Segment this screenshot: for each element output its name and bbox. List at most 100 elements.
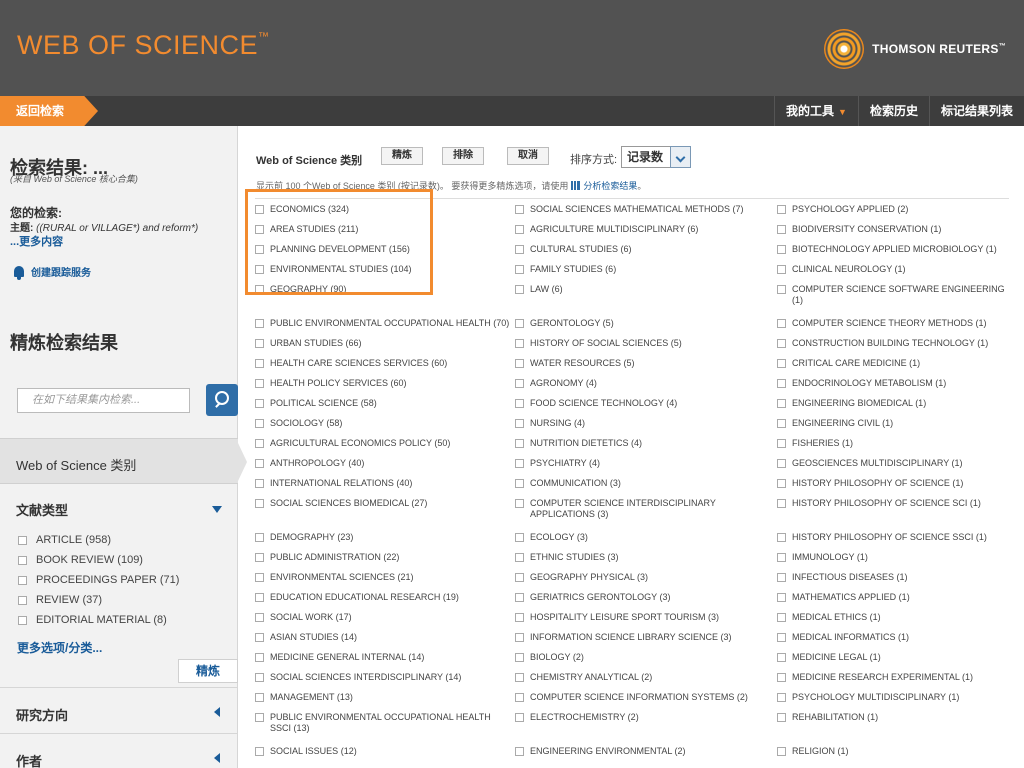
checkbox[interactable] <box>777 245 786 254</box>
category-item[interactable]: FISHERIES (1) <box>777 438 853 449</box>
checkbox[interactable] <box>255 479 264 488</box>
checkbox[interactable] <box>777 593 786 602</box>
search-icon[interactable] <box>206 384 238 416</box>
checkbox[interactable] <box>515 205 524 214</box>
category-item[interactable]: CLINICAL NEUROLOGY (1) <box>777 264 906 275</box>
checkbox[interactable] <box>255 613 264 622</box>
category-item[interactable]: CRITICAL CARE MEDICINE (1) <box>777 358 920 369</box>
checkbox[interactable] <box>777 205 786 214</box>
analyze-results-link[interactable]: 分析检索结果 <box>583 181 637 191</box>
checkbox[interactable] <box>515 533 524 542</box>
refine-button[interactable]: 精炼 <box>178 659 238 683</box>
category-item[interactable]: ECOLOGY (3) <box>515 532 588 543</box>
facet-research-areas[interactable]: 研究方向 <box>0 687 238 733</box>
category-item[interactable]: POLITICAL SCIENCE (58) <box>255 398 377 409</box>
checkbox[interactable] <box>515 593 524 602</box>
checkbox[interactable] <box>777 419 786 428</box>
checkbox[interactable] <box>255 747 264 756</box>
category-item[interactable]: NUTRITION DIETETICS (4) <box>515 438 642 449</box>
checkbox[interactable] <box>777 499 786 508</box>
checkbox[interactable] <box>255 713 264 722</box>
checkbox[interactable] <box>777 533 786 542</box>
checkbox[interactable] <box>777 747 786 756</box>
category-item[interactable]: HISTORY PHILOSOPHY OF SCIENCE SCI (1) <box>777 498 981 509</box>
category-item[interactable]: INTERNATIONAL RELATIONS (40) <box>255 478 412 489</box>
category-item[interactable]: BIOLOGY (2) <box>515 652 584 663</box>
checkbox[interactable] <box>18 575 27 585</box>
category-item[interactable]: COMMUNICATION (3) <box>515 478 621 489</box>
category-item[interactable]: MATHEMATICS APPLIED (1) <box>777 592 910 603</box>
checkbox[interactable] <box>777 713 786 722</box>
checkbox[interactable] <box>777 693 786 702</box>
checkbox[interactable] <box>515 439 524 448</box>
category-item[interactable]: MEDICINE LEGAL (1) <box>777 652 881 663</box>
doc-type-item[interactable]: PROCEEDINGS PAPER (71) <box>18 570 179 590</box>
checkbox[interactable] <box>515 245 524 254</box>
checkbox[interactable] <box>255 573 264 582</box>
checkbox[interactable] <box>515 459 524 468</box>
doc-type-item[interactable]: BOOK REVIEW (109) <box>18 550 179 570</box>
category-item[interactable]: PUBLIC ADMINISTRATION (22) <box>255 552 399 563</box>
category-item[interactable]: BIODIVERSITY CONSERVATION (1) <box>777 224 941 235</box>
category-item[interactable]: SOCIAL SCIENCES BIOMEDICAL (27) <box>255 498 427 509</box>
category-item[interactable]: BIOTECHNOLOGY APPLIED MICROBIOLOGY (1) <box>777 244 997 255</box>
category-item[interactable]: INFORMATION SCIENCE LIBRARY SCIENCE (3) <box>515 632 732 643</box>
checkbox[interactable] <box>515 499 524 508</box>
checkbox[interactable] <box>255 339 264 348</box>
checkbox[interactable] <box>777 479 786 488</box>
checkbox[interactable] <box>515 553 524 562</box>
category-item[interactable]: CULTURAL STUDIES (6) <box>515 244 632 255</box>
checkbox[interactable] <box>777 379 786 388</box>
checkbox[interactable] <box>515 399 524 408</box>
checkbox[interactable] <box>255 673 264 682</box>
category-item[interactable]: MEDICAL ETHICS (1) <box>777 612 881 623</box>
checkbox[interactable] <box>255 419 264 428</box>
checkbox[interactable] <box>515 265 524 274</box>
checkbox[interactable] <box>515 653 524 662</box>
category-item[interactable]: GEOGRAPHY PHYSICAL (3) <box>515 572 648 583</box>
checkbox[interactable] <box>255 533 264 542</box>
category-item[interactable]: CHEMISTRY ANALYTICAL (2) <box>515 672 652 683</box>
checkbox[interactable] <box>255 553 264 562</box>
checkbox[interactable] <box>777 439 786 448</box>
category-item[interactable]: PUBLIC ENVIRONMENTAL OCCUPATIONAL HEALTH… <box>255 318 509 329</box>
checkbox[interactable] <box>777 319 786 328</box>
category-item[interactable]: GERONTOLOGY (5) <box>515 318 614 329</box>
category-item[interactable]: IMMUNOLOGY (1) <box>777 552 868 563</box>
category-item[interactable]: ASIAN STUDIES (14) <box>255 632 357 643</box>
category-item[interactable]: SOCIOLOGY (58) <box>255 418 342 429</box>
category-item[interactable]: SOCIAL ISSUES (12) <box>255 746 357 757</box>
category-item[interactable]: MEDICAL INFORMATICS (1) <box>777 632 909 643</box>
checkbox[interactable] <box>515 613 524 622</box>
category-item[interactable]: RELIGION (1) <box>777 746 849 757</box>
category-item[interactable]: INFECTIOUS DISEASES (1) <box>777 572 908 583</box>
checkbox[interactable] <box>515 747 524 756</box>
checkbox[interactable] <box>255 359 264 368</box>
category-item[interactable]: PSYCHOLOGY APPLIED (2) <box>777 204 908 215</box>
category-item[interactable]: ELECTROCHEMISTRY (2) <box>515 712 639 723</box>
checkbox[interactable] <box>777 225 786 234</box>
category-item[interactable]: ENGINEERING BIOMEDICAL (1) <box>777 398 926 409</box>
category-item[interactable]: HISTORY PHILOSOPHY OF SCIENCE (1) <box>777 478 963 489</box>
my-tools-menu[interactable]: 我的工具 ▼ <box>774 96 858 126</box>
checkbox[interactable] <box>255 499 264 508</box>
checkbox[interactable] <box>515 573 524 582</box>
checkbox[interactable] <box>515 713 524 722</box>
wos-logo[interactable]: WEB OF SCIENCE™ <box>17 30 270 61</box>
cancel-button[interactable]: 取消 <box>507 147 549 165</box>
category-item[interactable]: AGRICULTURE MULTIDISCIPLINARY (6) <box>515 224 698 235</box>
category-item[interactable]: PSYCHOLOGY MULTIDISCIPLINARY (1) <box>777 692 959 703</box>
category-item[interactable]: REHABILITATION (1) <box>777 712 878 723</box>
category-item[interactable]: PSYCHIATRY (4) <box>515 458 600 469</box>
checkbox[interactable] <box>18 535 27 545</box>
category-item[interactable]: FOOD SCIENCE TECHNOLOGY (4) <box>515 398 677 409</box>
chevron-down-icon[interactable] <box>670 146 691 168</box>
category-item[interactable]: COMPUTER SCIENCE INTERDISCIPLINARY APPLI… <box>515 498 770 520</box>
refine-search-input[interactable]: 在如下结果集内检索... <box>17 388 190 413</box>
checkbox[interactable] <box>777 399 786 408</box>
checkbox[interactable] <box>18 555 27 565</box>
category-item[interactable]: HOSPITALITY LEISURE SPORT TOURISM (3) <box>515 612 719 623</box>
category-item[interactable]: MANAGEMENT (13) <box>255 692 353 703</box>
checkbox[interactable] <box>515 359 524 368</box>
doc-type-item[interactable]: ARTICLE (958) <box>18 530 179 550</box>
